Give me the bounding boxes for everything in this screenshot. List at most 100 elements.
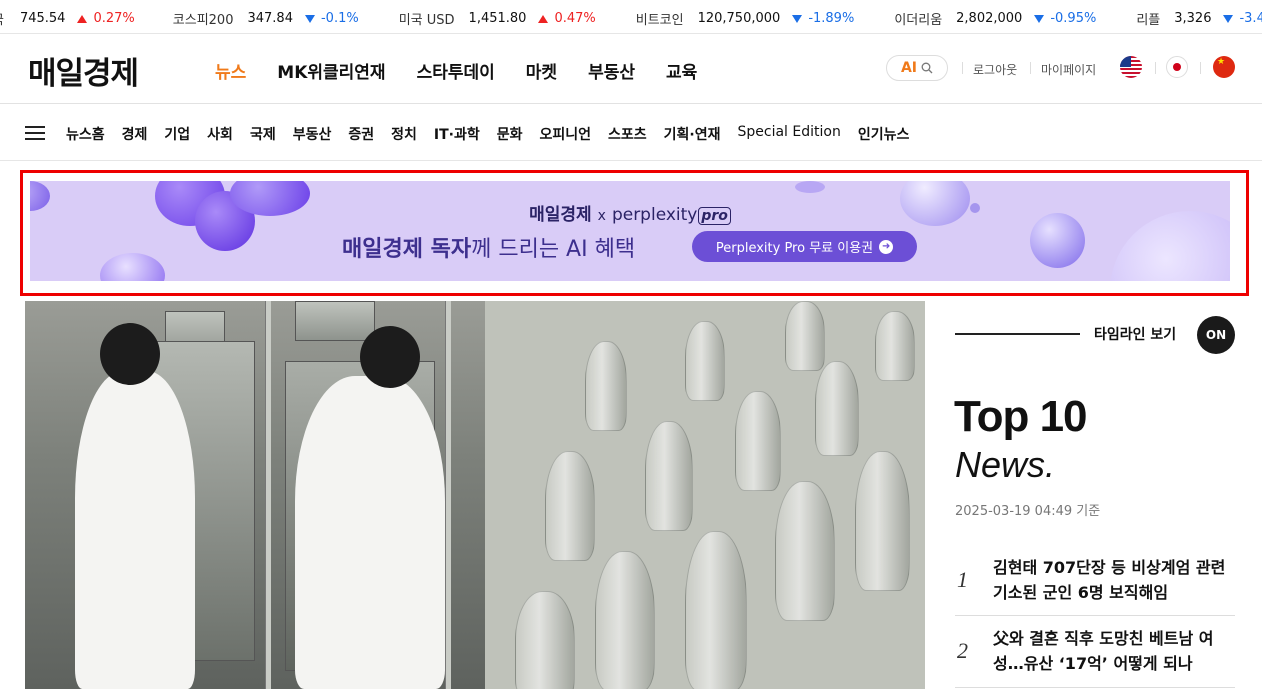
photo-element — [545, 451, 595, 561]
photo-element — [445, 301, 451, 689]
divider — [1030, 62, 1031, 74]
photo-lab-area — [25, 301, 485, 689]
banner-brand-pro: pro — [698, 207, 731, 225]
section-special-edition[interactable]: Special Edition — [738, 124, 841, 144]
ticker-value: 2,802,000 — [956, 11, 1023, 26]
arrow-down-icon — [304, 14, 315, 23]
china-flag-icon[interactable] — [1213, 56, 1235, 78]
nav-mk-weekly[interactable]: MK위클리연재 — [277, 58, 385, 83]
photo-element — [515, 591, 575, 689]
search-icon — [921, 62, 933, 74]
site-header: 매일경제 뉴스 MK위클리연재 스타투데이 마켓 부동산 교육 AI 로그아웃 … — [0, 34, 1262, 104]
rank-number: 2 — [957, 638, 968, 663]
ticker-name: 국 — [0, 9, 4, 28]
mypage-link[interactable]: 마이페이지 — [1041, 61, 1096, 78]
divider — [1155, 62, 1156, 74]
arrow-right-icon: ➜ — [879, 239, 894, 254]
ticker-item[interactable]: 비트코인 120,750,000 -1.89% — [636, 9, 855, 28]
timeline-label: 타임라인 보기 — [1094, 327, 1177, 343]
ticker-value: 1,451.80 — [468, 11, 527, 26]
section-world[interactable]: 국제 — [250, 124, 276, 144]
rank-title[interactable]: 父와 결혼 직후 도망친 베트남 여성…유산 ‘17억’ 어떻게 되나 — [993, 626, 1235, 676]
photo-bottles-area — [485, 301, 925, 689]
section-news-home[interactable]: 뉴스홈 — [66, 124, 105, 144]
banner-headline-light: 께 드리는 AI 혜택 — [471, 237, 636, 262]
market-ticker: 국 745.54 0.27% 코스피200 347.84 -0.1% 미국 US… — [0, 0, 1262, 34]
ticker-item[interactable]: 이더리움 2,802,000 -0.95% — [894, 9, 1096, 28]
ticker-item[interactable]: 국 745.54 0.27% — [0, 9, 135, 28]
photo-element — [645, 421, 693, 531]
section-society[interactable]: 사회 — [207, 124, 233, 144]
rank-divider — [955, 615, 1235, 616]
section-economy[interactable]: 경제 — [122, 124, 148, 144]
arrow-up-icon — [538, 14, 549, 23]
banner-brand-x: x — [597, 208, 606, 224]
photo-element — [685, 531, 747, 689]
top10-item[interactable]: 1 김현태 707단장 등 비상계엄 관련 기소된 군인 6명 보직해임 — [955, 555, 1235, 615]
photo-element — [265, 301, 271, 689]
photo-element — [875, 311, 915, 381]
nav-news[interactable]: 뉴스 — [215, 58, 246, 83]
ticker-value: 3,326 — [1174, 11, 1212, 26]
ticker-item[interactable]: 코스피200 347.84 -0.1% — [173, 9, 359, 28]
japan-flag-icon[interactable] — [1166, 56, 1188, 78]
main-nav: 뉴스 MK위클리연재 스타투데이 마켓 부동산 교육 — [215, 58, 728, 83]
ticker-value: 120,750,000 — [697, 11, 781, 26]
section-popular[interactable]: 인기뉴스 — [858, 124, 910, 144]
arrow-down-icon — [1223, 14, 1234, 23]
ticker-change: -1.89% — [792, 11, 854, 26]
us-flag-icon[interactable] — [1120, 56, 1142, 78]
divider — [1200, 62, 1201, 74]
ticker-name: 코스피200 — [172, 13, 234, 28]
photo-element — [815, 361, 859, 456]
photo-element — [785, 301, 825, 371]
arrow-down-icon — [792, 14, 803, 23]
photo-element — [685, 321, 725, 401]
section-opinion[interactable]: 오피니언 — [539, 124, 591, 144]
section-culture[interactable]: 문화 — [497, 124, 523, 144]
top10-item[interactable]: 2 父와 결혼 직후 도망친 베트남 여성…유산 ‘17억’ 어떻게 되나 — [955, 626, 1235, 686]
section-stocks[interactable]: 증권 — [348, 124, 374, 144]
photo-element — [100, 323, 160, 385]
banner-brand: 매일경제 x perplexity pro — [30, 200, 1230, 225]
nav-real-estate[interactable]: 부동산 — [588, 58, 635, 83]
section-nav: 뉴스홈 경제 기업 사회 국제 부동산 증권 정치 IT·과학 문화 오피니언 … — [0, 105, 1262, 161]
logout-link[interactable]: 로그아웃 — [973, 61, 1017, 78]
nav-market[interactable]: 마켓 — [526, 58, 557, 83]
section-real-estate[interactable]: 부동산 — [293, 124, 332, 144]
top10-title: Top 10 — [954, 392, 1088, 441]
ticker-name: 리플 — [1136, 13, 1161, 28]
decor-bubble — [100, 253, 165, 281]
photo-element — [735, 391, 781, 491]
section-series[interactable]: 기획·연재 — [664, 124, 721, 144]
banner-headline: 매일경제 독자께 드리는 AI 혜택 — [342, 231, 635, 263]
site-logo[interactable]: 매일경제 — [28, 48, 139, 93]
ranking-timestamp: 2025-03-19 04:49 기준 — [955, 504, 1101, 519]
arrow-down-icon — [1034, 14, 1045, 23]
section-business[interactable]: 기업 — [164, 124, 190, 144]
perplexity-promo-banner[interactable]: 매일경제 x perplexity pro 매일경제 독자께 드리는 AI 혜택 Pe… — [30, 181, 1230, 281]
ticker-change: -0.95% — [1034, 11, 1096, 26]
section-sports[interactable]: 스포츠 — [608, 124, 647, 144]
section-nav-items: 뉴스홈 경제 기업 사회 국제 부동산 증권 정치 IT·과학 문화 오피니언 … — [66, 124, 926, 144]
photo-element — [75, 371, 195, 689]
banner-cta-button[interactable]: Perplexity Pro 무료 이용권 ➜ — [692, 231, 917, 262]
photo-element — [585, 341, 627, 431]
headline-photo[interactable] — [25, 301, 925, 689]
section-politics[interactable]: 정치 — [391, 124, 417, 144]
rank-divider — [955, 687, 1235, 688]
photo-element — [360, 326, 420, 388]
nav-education[interactable]: 교육 — [666, 58, 697, 83]
ticker-item[interactable]: 리플 3,326 -3.4 — [1136, 9, 1262, 28]
timeline-toggle[interactable]: ON — [1197, 316, 1235, 354]
photo-element — [295, 301, 375, 341]
nav-star-today[interactable]: 스타투데이 — [417, 58, 495, 83]
ticker-value: 745.54 — [19, 11, 66, 26]
ticker-item[interactable]: 미국 USD 1,451.80 0.47% — [399, 9, 596, 28]
ticker-track: 국 745.54 0.27% 코스피200 347.84 -0.1% 미국 US… — [0, 9, 1262, 28]
rank-title[interactable]: 김현태 707단장 등 비상계엄 관련 기소된 군인 6명 보직해임 — [993, 555, 1235, 605]
photo-element — [855, 451, 910, 591]
section-it-science[interactable]: IT·과학 — [434, 124, 480, 144]
menu-icon[interactable] — [25, 126, 45, 140]
ai-search-button[interactable]: AI — [886, 55, 948, 81]
